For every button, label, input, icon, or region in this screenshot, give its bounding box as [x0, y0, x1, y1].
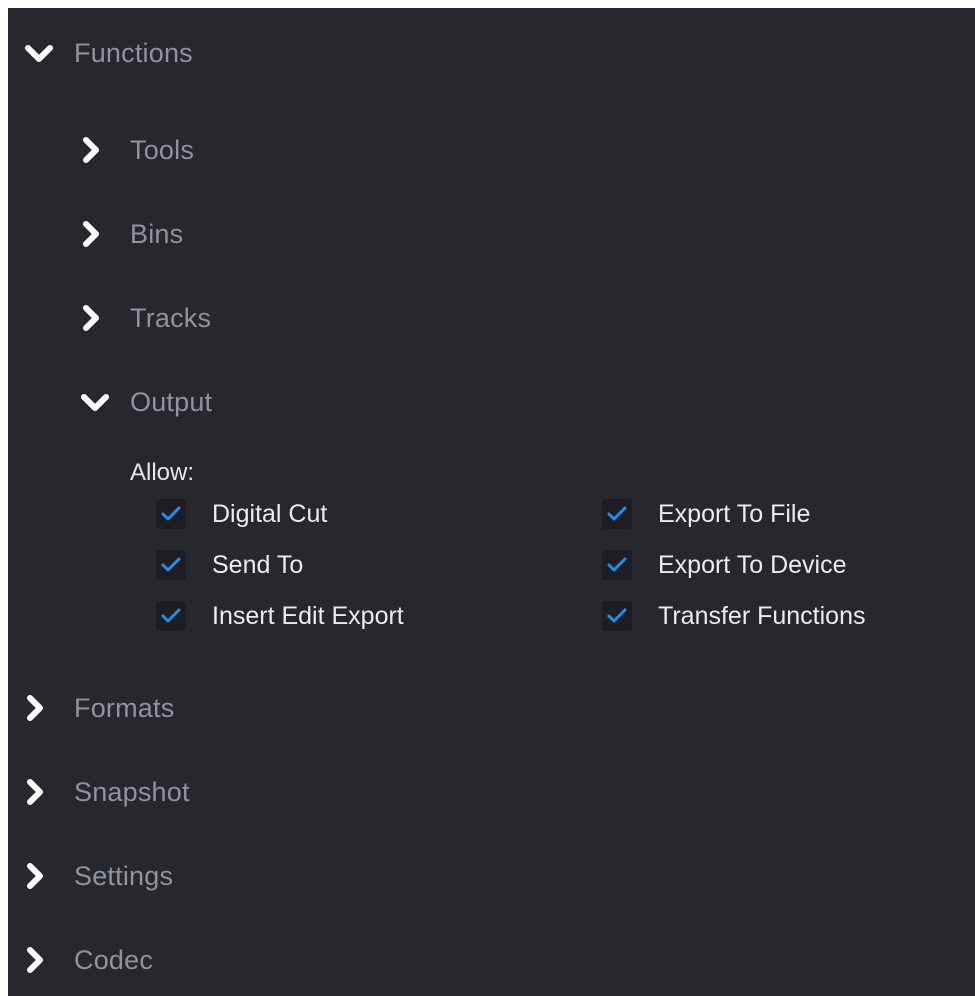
tree-item-settings[interactable]: Settings — [24, 856, 173, 896]
option-digital-cut[interactable]: Digital Cut — [156, 497, 327, 531]
checkbox-transfer-functions[interactable] — [602, 601, 632, 631]
checkmark-icon — [607, 557, 627, 572]
chevron-right-icon[interactable] — [24, 862, 60, 890]
tree-item-label: Tools — [130, 134, 195, 165]
checkmark-icon — [607, 608, 627, 623]
option-send-to[interactable]: Send To — [156, 548, 303, 582]
option-label: Export To Device — [658, 550, 847, 579]
tree-item-label: Settings — [74, 860, 174, 891]
tree-item-label: Tracks — [130, 302, 212, 333]
option-transfer-functions[interactable]: Transfer Functions — [602, 599, 865, 633]
option-insert-edit-export[interactable]: Insert Edit Export — [156, 599, 404, 633]
chevron-down-icon[interactable] — [24, 39, 60, 67]
chevron-right-icon[interactable] — [24, 694, 60, 722]
tree-item-label: Bins — [130, 218, 184, 249]
checkbox-insert-edit-export[interactable] — [156, 601, 186, 631]
option-label: Digital Cut — [212, 499, 328, 528]
chevron-right-icon[interactable] — [24, 946, 60, 974]
tree-item-label: Formats — [74, 692, 175, 723]
checkbox-send-to[interactable] — [156, 550, 186, 580]
chevron-right-icon[interactable] — [80, 304, 116, 332]
option-export-to-file[interactable]: Export To File — [602, 497, 810, 531]
option-label: Send To — [212, 550, 304, 579]
checkmark-icon — [161, 557, 181, 572]
option-export-to-device[interactable]: Export To Device — [602, 548, 847, 582]
chevron-right-icon[interactable] — [24, 778, 60, 806]
tree-item-tools[interactable]: Tools — [80, 130, 194, 170]
tree-item-bins[interactable]: Bins — [80, 214, 183, 254]
checkmark-icon — [161, 506, 181, 521]
tree-item-label: Codec — [74, 944, 154, 975]
tree-item-label: Output — [130, 386, 213, 417]
tree-item-output[interactable]: Output — [80, 382, 212, 422]
checkbox-export-to-device[interactable] — [602, 550, 632, 580]
checkmark-icon — [161, 608, 181, 623]
chevron-right-icon[interactable] — [80, 136, 116, 164]
checkbox-export-to-file[interactable] — [602, 499, 632, 529]
checkmark-icon — [607, 506, 627, 521]
tree-item-codec[interactable]: Codec — [24, 940, 153, 980]
tree-item-formats[interactable]: Formats — [24, 688, 174, 728]
tree-item-label: Functions — [74, 37, 193, 68]
tree-item-snapshot[interactable]: Snapshot — [24, 772, 190, 812]
tree-item-tracks[interactable]: Tracks — [80, 298, 211, 338]
option-label: Transfer Functions — [658, 601, 866, 630]
chevron-down-icon[interactable] — [80, 388, 116, 416]
checkbox-digital-cut[interactable] — [156, 499, 186, 529]
chevron-right-icon[interactable] — [80, 220, 116, 248]
tree-item-label: Snapshot — [74, 776, 190, 807]
option-label: Export To File — [658, 499, 811, 528]
tree-item-functions[interactable]: Functions — [24, 33, 193, 73]
settings-panel: Functions Tools Bins Tracks Output Allow… — [8, 8, 975, 996]
option-label: Insert Edit Export — [212, 601, 404, 630]
allow-label: Allow: — [130, 459, 195, 486]
